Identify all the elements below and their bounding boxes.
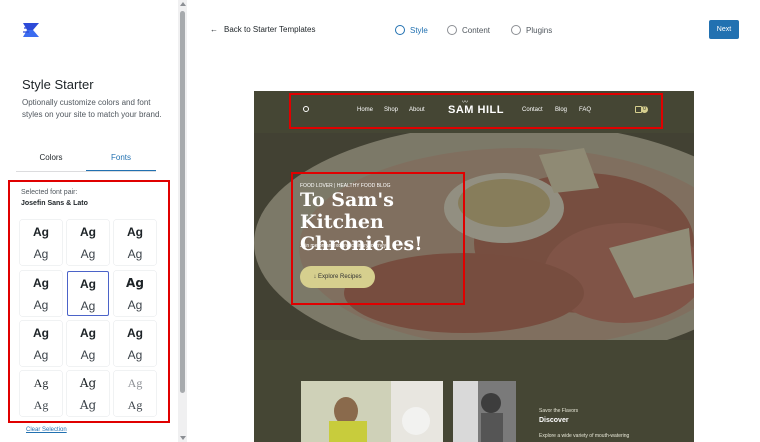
nav-shop[interactable]: Shop xyxy=(384,107,398,113)
body-sample: Ag xyxy=(33,247,49,261)
step-plugins-label: Plugins xyxy=(526,26,553,35)
hero-button-label: Explore Recipes xyxy=(317,274,362,280)
woman-kitchen-illustration xyxy=(301,381,443,442)
step-style[interactable]: Style xyxy=(395,25,428,35)
nav-about[interactable]: About xyxy=(409,107,425,113)
font-pair-card[interactable]: Ag Ag xyxy=(114,371,156,416)
thumbnail-image-woman xyxy=(301,381,443,442)
chef-bw-illustration xyxy=(453,381,516,442)
section-title: Discover xyxy=(539,417,569,424)
body-sample: Ag xyxy=(33,398,49,412)
font-pair-card[interactable]: Ag Ag xyxy=(20,371,62,416)
style-tabs: Colors Fonts xyxy=(16,150,156,172)
thumbnail-image-chef xyxy=(453,381,516,442)
heading-sample: Ag xyxy=(127,225,143,239)
heading-sample: Ag xyxy=(79,376,97,390)
heading-sample: Ag xyxy=(33,276,49,290)
step-content[interactable]: Content xyxy=(447,25,490,35)
plugins-step-icon xyxy=(511,25,521,35)
scroll-up-arrow-icon[interactable] xyxy=(180,2,186,6)
heading-sample: Ag xyxy=(33,326,49,340)
content-step-icon xyxy=(447,25,457,35)
font-pair-card[interactable]: Ag Ag xyxy=(114,220,156,265)
body-sample: Ag xyxy=(79,398,97,412)
body-sample: Ag xyxy=(127,348,143,362)
clear-selection-link[interactable]: Clear Selection xyxy=(26,427,67,433)
section-text: Explore a wide variety of mouth-watering xyxy=(539,433,630,439)
body-sample: Ag xyxy=(33,348,49,362)
sidebar: Style Starter Optionally customize color… xyxy=(0,0,178,442)
scrollbar-thumb[interactable] xyxy=(180,11,185,393)
body-sample: Ag xyxy=(127,398,143,412)
tab-colors[interactable]: Colors xyxy=(16,150,86,172)
spectra-logo-icon xyxy=(23,23,39,37)
back-label: Back to Starter Templates xyxy=(224,25,316,34)
style-step-icon xyxy=(395,25,405,35)
scroll-down-arrow-icon[interactable] xyxy=(180,436,186,440)
body-sample: Ag xyxy=(127,247,143,261)
heading-sample: Ag xyxy=(80,225,96,239)
selected-font-value: Josefin Sans & Lato xyxy=(21,200,88,207)
nav-faq[interactable]: FAQ xyxy=(579,107,591,113)
back-to-templates-link[interactable]: ← Back to Starter Templates xyxy=(210,25,315,34)
font-pair-card[interactable]: Ag Ag xyxy=(20,220,62,265)
hero-subtitle: Join me on an exciting culinary journey! xyxy=(300,243,388,249)
body-sample: Ag xyxy=(33,298,49,312)
panel-description: Optionally customize colors and font sty… xyxy=(22,98,162,119)
step-content-label: Content xyxy=(462,26,491,35)
heading-sample: Ag xyxy=(127,376,143,390)
heading-sample: Ag xyxy=(80,277,96,291)
body-sample: Ag xyxy=(127,298,143,312)
step-plugins[interactable]: Plugins xyxy=(511,25,552,35)
heading-sample: Ag xyxy=(126,276,144,290)
arrow-left-icon: ← xyxy=(210,25,218,34)
font-pair-card[interactable]: Ag Ag xyxy=(20,271,62,316)
nav-contact[interactable]: Contact xyxy=(522,107,543,113)
explore-recipes-button[interactable]: ↓ Explore Recipes xyxy=(300,266,375,288)
step-style-label: Style xyxy=(410,26,428,35)
tabs-divider xyxy=(16,171,156,172)
font-pair-card[interactable]: Ag Ag xyxy=(67,220,109,265)
nav-blog[interactable]: Blog xyxy=(555,107,567,113)
search-icon[interactable] xyxy=(303,106,309,112)
body-sample: Ag xyxy=(80,299,96,313)
heading-sample: Ag xyxy=(80,326,96,340)
next-button[interactable]: Next xyxy=(709,20,739,39)
font-pair-card[interactable]: Ag Ag xyxy=(114,321,156,366)
font-pair-card[interactable]: Ag Ag xyxy=(20,321,62,366)
heading-sample: Ag xyxy=(33,225,49,239)
font-pair-card[interactable]: Ag Ag xyxy=(67,371,109,416)
font-pair-card[interactable]: Ag Ag xyxy=(114,271,156,316)
section-tagline: Savor the Flavors xyxy=(539,408,579,414)
site-brand[interactable]: SAM HILL xyxy=(448,104,504,116)
body-sample: Ag xyxy=(80,247,96,261)
selected-font-label: Selected font pair: xyxy=(21,189,78,196)
heading-sample: Ag xyxy=(127,326,143,340)
font-pair-card[interactable]: Ag Ag xyxy=(67,321,109,366)
nav-home[interactable]: Home xyxy=(357,107,373,113)
tab-fonts[interactable]: Fonts xyxy=(86,150,156,172)
panel-title: Style Starter xyxy=(22,77,94,92)
cart-count-badge: 0 xyxy=(641,106,648,113)
font-pair-card-selected[interactable]: Ag Ag xyxy=(67,271,109,316)
body-sample: Ag xyxy=(80,348,96,362)
heading-sample: Ag xyxy=(33,376,49,390)
